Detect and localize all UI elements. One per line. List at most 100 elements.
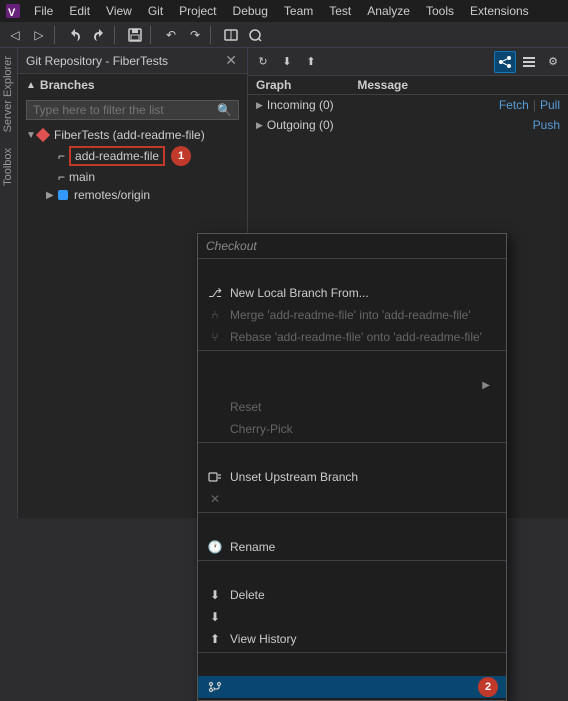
git-toolbar: ↻ ⬇ ⬆ ⚙ [248, 48, 568, 76]
misc-button-1[interactable] [220, 24, 242, 46]
forward-button[interactable]: ▷ [28, 24, 50, 46]
ctx-unset-upstream: Cherry-Pick [198, 418, 506, 440]
repo-item-fibertests[interactable]: ▼ FiberTests (add-readme-file) [18, 126, 247, 144]
svg-text:V: V [8, 7, 16, 19]
menubar: V File Edit View Git Project Debug Team … [0, 0, 568, 22]
remotes-expand-icon: ▶ [46, 190, 58, 201]
menu-debug[interactable]: Debug [225, 2, 276, 20]
delete-icon: ✕ [206, 492, 224, 506]
badge-1: 1 [171, 146, 191, 166]
ctx-rebase-label: Rebase 'add-readme-file' onto 'add-readm… [230, 330, 482, 344]
menu-view[interactable]: View [98, 2, 140, 20]
rename-icon [206, 470, 224, 484]
fetch-link[interactable]: Fetch [499, 98, 529, 112]
main-layout: Server Explorer Toolbox Git Repository -… [0, 48, 568, 518]
outgoing-arrow-icon: ▶ [256, 120, 263, 131]
git-settings-btn[interactable]: ⚙ [542, 51, 564, 73]
git-panel-close[interactable]: ✕ [223, 52, 239, 69]
ctx-sep-3 [198, 512, 506, 534]
pull-link[interactable]: Pull [540, 98, 560, 112]
push-icon: ⬆ [206, 632, 224, 646]
menu-git[interactable]: Git [140, 2, 171, 20]
repo-name: FiberTests (add-readme-file) [54, 128, 205, 142]
toolbar-separator-4 [210, 26, 216, 44]
message-col-header: Message [357, 78, 560, 92]
graph-col-header: Graph [256, 78, 357, 92]
menu-edit[interactable]: Edit [61, 2, 98, 20]
branch-item-add-readme[interactable]: ⌐ add-readme-file 1 [18, 144, 247, 168]
fetch-icon: ⬇ [206, 588, 224, 602]
menu-team[interactable]: Team [276, 2, 321, 20]
remotes-icon [58, 190, 68, 200]
ctx-push-label: View History [230, 632, 296, 646]
save-button[interactable] [124, 24, 146, 46]
toolbar-separator-3 [150, 26, 156, 44]
ctx-sep-5 [198, 652, 506, 674]
ctx-push[interactable]: ⬆ View History [198, 628, 506, 650]
history-icon: 🕐 [206, 540, 224, 554]
ctx-new-local-branch[interactable]: ⎇ New Local Branch From... [198, 282, 506, 304]
toolbar-separator-1 [54, 26, 60, 44]
toolbar: ◁ ▷ ↶ ↷ [0, 22, 568, 48]
outgoing-row[interactable]: ▶ Outgoing (0) Push [248, 115, 568, 135]
outgoing-label: Outgoing (0) [267, 118, 533, 132]
branches-arrow-icon: ▲ [26, 80, 36, 91]
ctx-rename-label: Unset Upstream Branch [230, 470, 358, 484]
redo2-button[interactable]: ↷ [184, 24, 206, 46]
ctx-sep-2 [198, 442, 506, 464]
ctx-rename[interactable]: Unset Upstream Branch [198, 466, 506, 488]
branch-search-input[interactable] [33, 103, 217, 117]
active-branch-name: add-readme-file [69, 146, 165, 166]
ctx-reset[interactable]: ▶ [198, 374, 506, 396]
undo-button[interactable] [64, 24, 86, 46]
context-menu: Checkout ⎇ New Local Branch From... ⑃ Me… [197, 233, 507, 701]
badge-2: 2 [478, 677, 498, 697]
pull-icon: ⬇ [206, 610, 224, 624]
branch-item-main[interactable]: ⌐ main [18, 168, 247, 186]
git-list-view-btn[interactable] [518, 51, 540, 73]
ctx-fetch-label: Delete [230, 588, 265, 602]
redo-button[interactable] [88, 24, 110, 46]
toolbox-tab[interactable]: Toolbox [0, 140, 17, 194]
outgoing-links: Push [533, 118, 560, 132]
new-branch-icon: ⎇ [206, 286, 224, 300]
git-refresh-btn[interactable]: ↻ [252, 51, 274, 73]
undo2-button[interactable]: ↶ [160, 24, 182, 46]
git-graph-view-btn[interactable] [494, 51, 516, 73]
ctx-unset-upstream-label: Cherry-Pick [230, 422, 293, 436]
reset-submenu-arrow: ▶ [482, 380, 490, 391]
git-push-btn[interactable]: ⬆ [300, 51, 322, 73]
git-fetch-btn[interactable]: ⬇ [276, 51, 298, 73]
ctx-sep-checkout [198, 258, 506, 280]
menu-project[interactable]: Project [171, 2, 224, 20]
menu-analyze[interactable]: Analyze [359, 2, 418, 20]
rebase-icon: ⑂ [206, 330, 224, 344]
ctx-delete: ✕ [198, 488, 506, 510]
misc-button-2[interactable] [244, 24, 266, 46]
ctx-view-history[interactable]: 🕐 Rename [198, 536, 506, 558]
menu-tools[interactable]: Tools [418, 2, 462, 20]
vs-logo: V [4, 2, 22, 20]
push-link[interactable]: Push [533, 118, 560, 132]
ctx-pull[interactable]: ⬇ [198, 606, 506, 628]
branches-header: ▲ Branches [18, 74, 247, 96]
incoming-row[interactable]: ▶ Incoming (0) Fetch | Pull [248, 95, 568, 115]
git-panel-title: Git Repository - FiberTests [26, 54, 223, 68]
ctx-merge: ⑃ Merge 'add-readme-file' into 'add-read… [198, 304, 506, 326]
menu-file[interactable]: File [26, 2, 61, 20]
main-branch-name: main [69, 170, 95, 184]
checkout-header: Checkout [198, 236, 506, 256]
branch-search: 🔍 [26, 100, 239, 120]
ctx-merge-label: Merge 'add-readme-file' into 'add-readme… [230, 308, 471, 322]
main-branch-line-icon: ⌐ [58, 170, 65, 184]
menu-test[interactable]: Test [321, 2, 359, 20]
branch-item-remotes[interactable]: ▶ remotes/origin [18, 186, 247, 204]
back-button[interactable]: ◁ [4, 24, 26, 46]
graph-header: Graph Message [248, 76, 568, 95]
ctx-fetch[interactable]: ⬇ Delete [198, 584, 506, 606]
branches-label: Branches [40, 78, 95, 92]
server-explorer-tab[interactable]: Server Explorer [0, 48, 17, 140]
menu-extensions[interactable]: Extensions [462, 2, 537, 20]
git-panel-tab: Git Repository - FiberTests ✕ [18, 48, 247, 74]
ctx-create-pr[interactable]: 2 [198, 676, 506, 698]
